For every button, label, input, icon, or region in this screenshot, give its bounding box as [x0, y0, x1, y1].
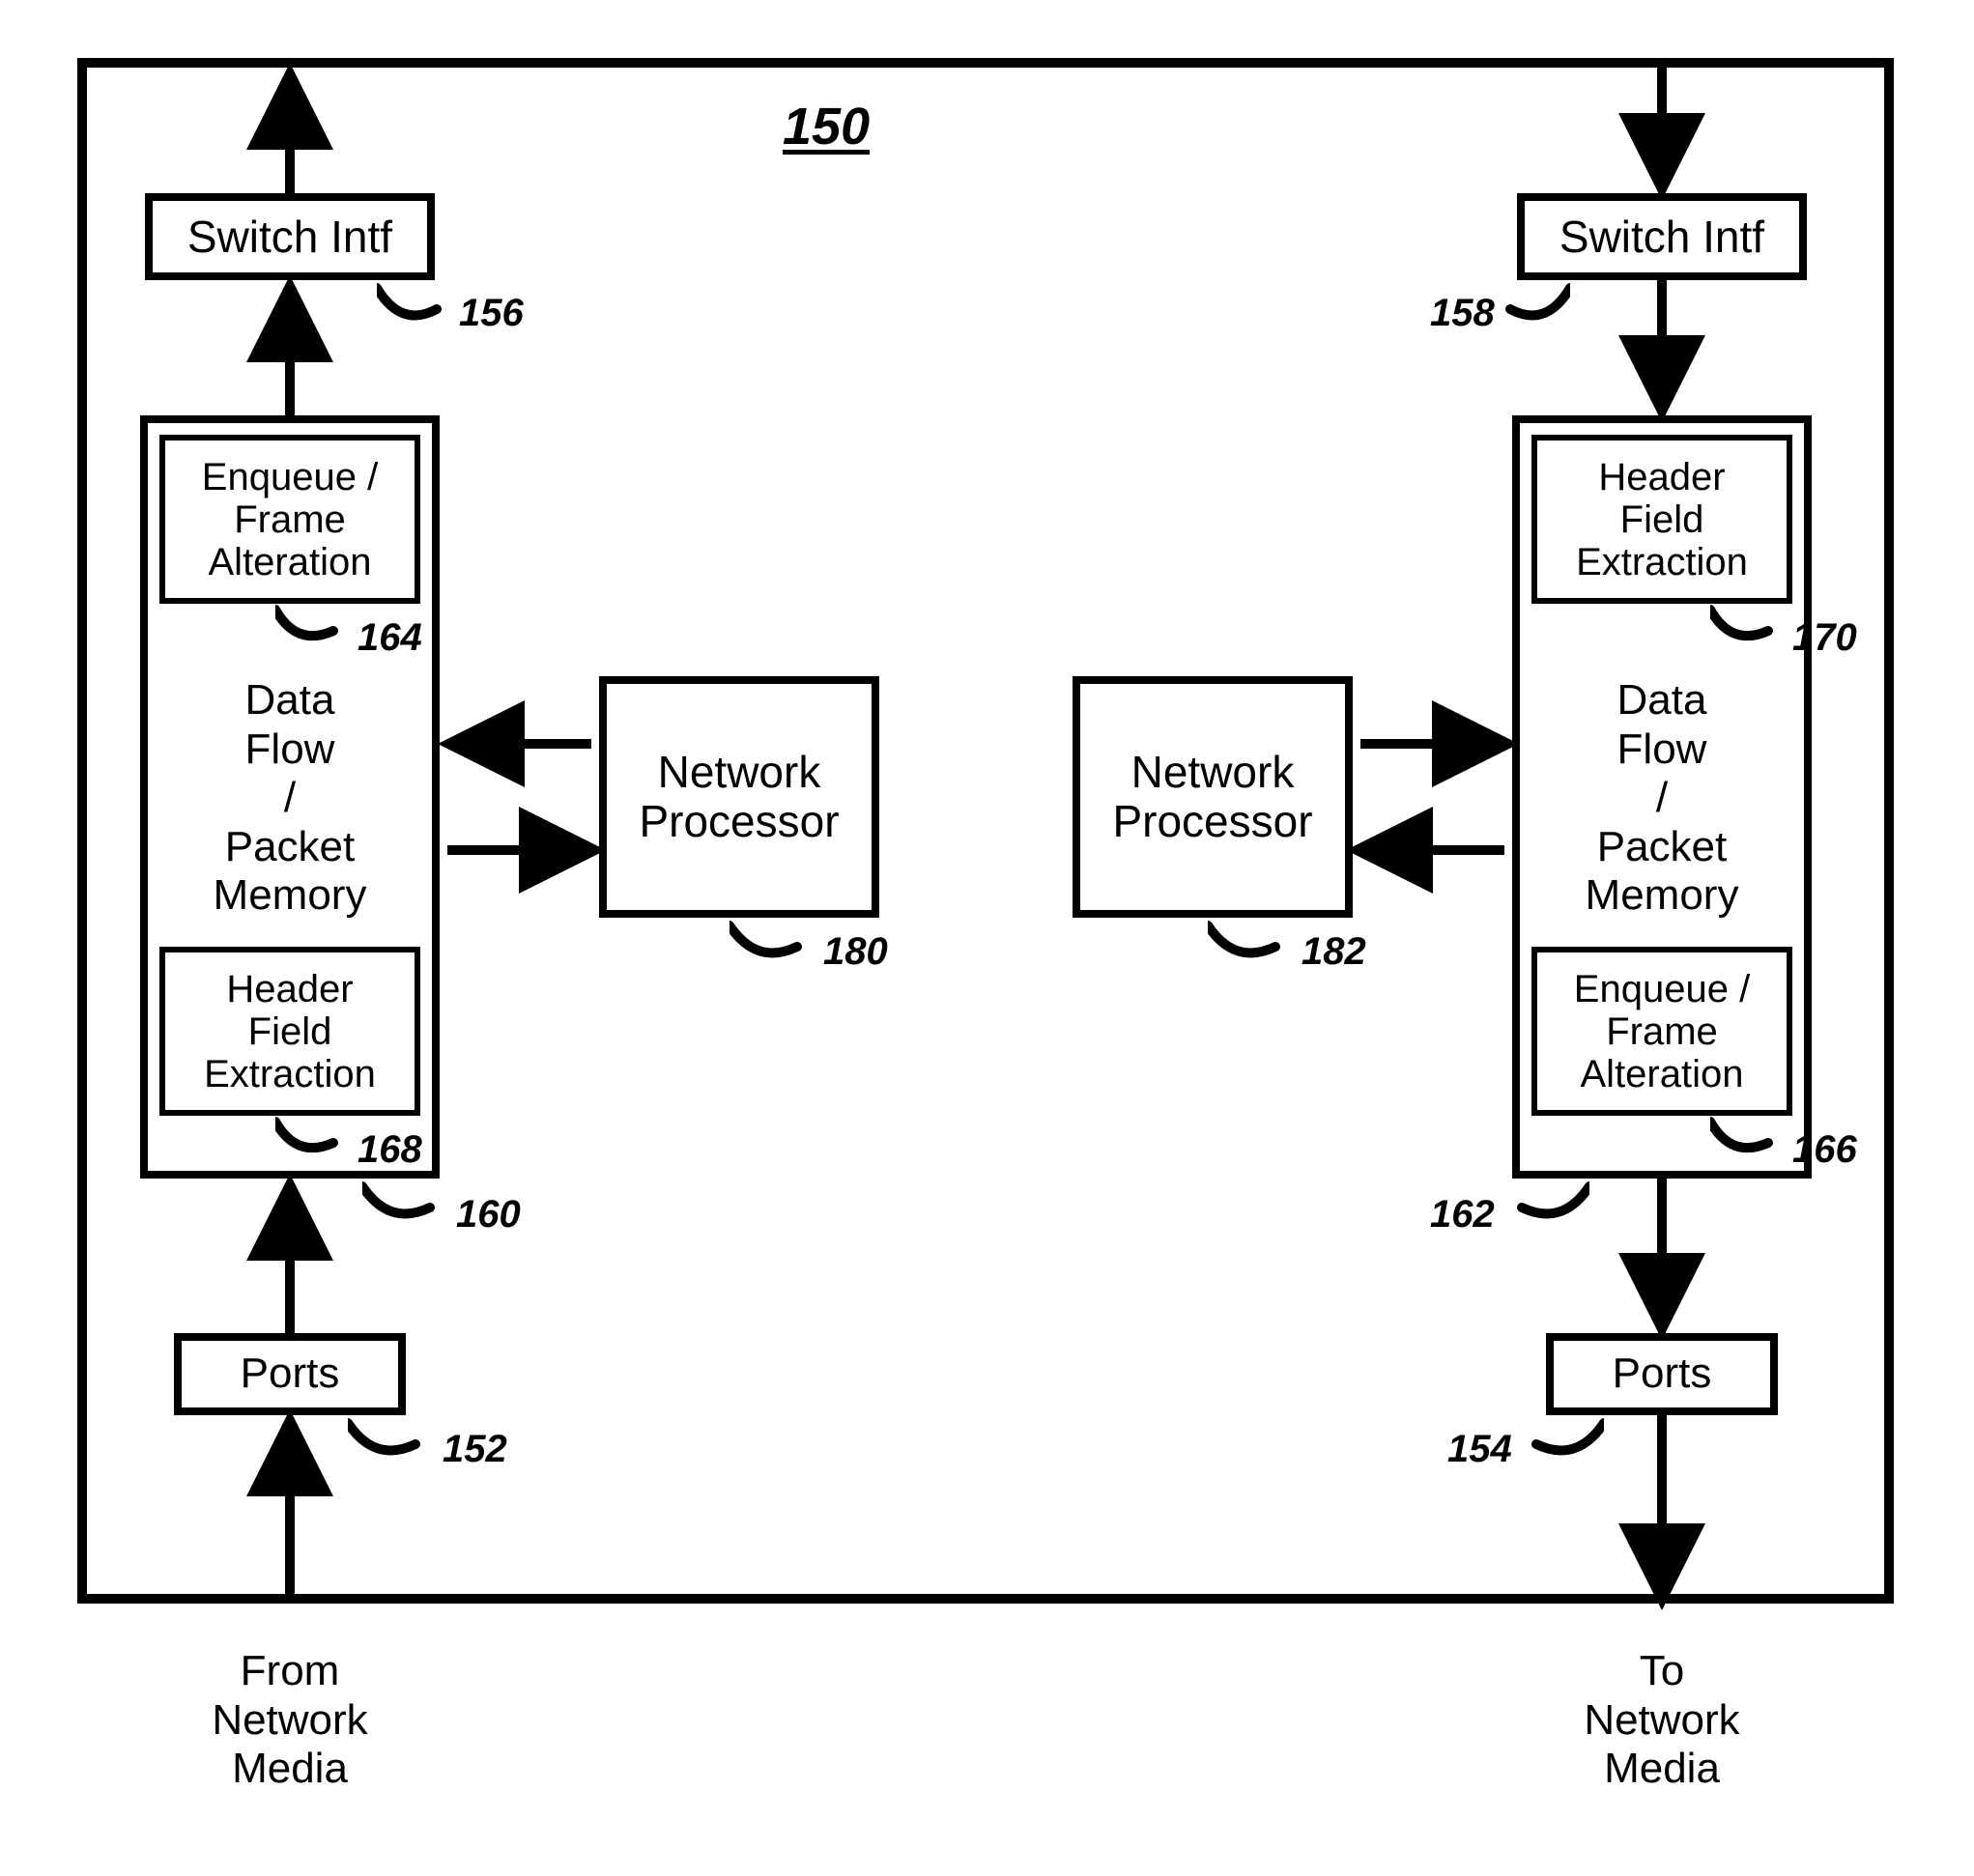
left-ports-box: Ports [174, 1333, 406, 1415]
left-header-extraction-ref: 168 [358, 1128, 422, 1172]
right-enqueue-ref: 166 [1792, 1128, 1857, 1172]
right-network-processor-box: Network Processor [1073, 676, 1353, 918]
left-enqueue-box: Enqueue / Frame Alteration [159, 435, 420, 604]
right-ports-box: Ports [1546, 1333, 1778, 1415]
right-enqueue-box: Enqueue / Frame Alteration [1531, 947, 1792, 1116]
left-switch-intf-ref: 156 [459, 292, 524, 335]
diagram-canvas: 150 Switch Intf 156 Enqueue / Frame Alte… [0, 0, 1974, 1876]
to-network-media-label: To Network Media [1536, 1647, 1788, 1794]
left-network-processor-box: Network Processor [599, 676, 879, 918]
right-switch-intf-ref: 158 [1430, 292, 1495, 335]
left-enqueue-ref: 164 [358, 616, 422, 660]
right-ports-ref: 154 [1447, 1428, 1512, 1471]
from-network-media-label: From Network Media [164, 1647, 415, 1794]
left-ports-ref: 152 [443, 1428, 507, 1471]
diagram-title-ref: 150 [783, 97, 870, 156]
left-header-extraction-box: Header Field Extraction [159, 947, 420, 1116]
right-header-extraction-ref: 170 [1792, 616, 1857, 660]
right-dataflow-ref: 162 [1430, 1193, 1495, 1236]
right-dataflow-label: Data Flow / Packet Memory [1531, 676, 1792, 921]
left-np-ref: 180 [823, 930, 888, 974]
right-switch-intf-box: Switch Intf [1517, 193, 1807, 280]
right-header-extraction-box: Header Field Extraction [1531, 435, 1792, 604]
left-dataflow-label: Data Flow / Packet Memory [159, 676, 420, 921]
left-dataflow-ref: 160 [456, 1193, 521, 1236]
right-np-ref: 182 [1302, 930, 1366, 974]
left-switch-intf-box: Switch Intf [145, 193, 435, 280]
